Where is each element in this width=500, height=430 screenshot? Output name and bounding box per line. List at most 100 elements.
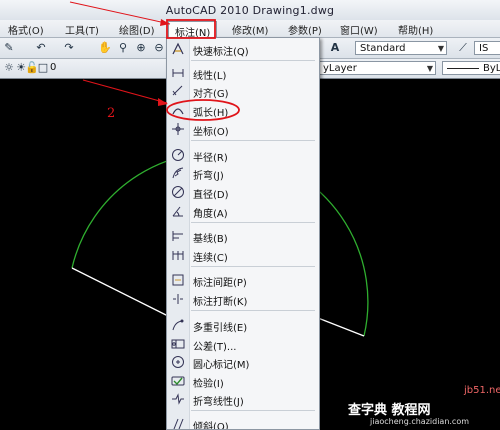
linetype-value: ByL — [483, 63, 500, 74]
menu-dimension[interactable]: 标注(N) — [168, 21, 217, 39]
aligned-dim-icon — [172, 85, 183, 96]
menu-item-baseline[interactable]: 基线(B) — [167, 227, 319, 245]
menu-item-angular[interactable]: 角度(A) — [167, 202, 319, 220]
menu-item-label: 弧长(H) — [193, 108, 229, 119]
layer-dropdown[interactable]: 0 — [46, 61, 164, 75]
diameter-icon — [172, 186, 184, 198]
menu-separator — [191, 266, 315, 267]
menu-format[interactable]: 格式(O) — [8, 22, 44, 37]
center-mark-icon — [172, 356, 184, 368]
ordinate-icon — [172, 123, 184, 135]
jogged-icon — [172, 167, 184, 179]
menu-item-label: 倾斜(Q) — [193, 422, 229, 430]
menu-item-label: 圆心标记(M) — [193, 360, 250, 371]
menu-item-label: 快速标注(Q) — [193, 47, 249, 58]
chevron-down-icon: ▼ — [437, 44, 444, 53]
menu-item-center-mark[interactable]: 圆心标记(M) — [167, 353, 319, 371]
tolerance-icon — [171, 339, 185, 349]
layer-value: 0 — [50, 62, 57, 73]
menu-item-quick-dimension[interactable]: 快速标注(Q) — [167, 40, 319, 58]
baseline-icon — [172, 231, 183, 241]
menu-item-dim-space[interactable]: 标注间距(P) — [167, 271, 319, 289]
menu-item-diameter[interactable]: 直径(D) — [167, 183, 319, 201]
menu-item-inspection[interactable]: 检验(I) — [167, 372, 319, 390]
oblique-icon — [173, 418, 184, 429]
menu-item-multileader[interactable]: 多重引线(E) — [167, 316, 319, 334]
menu-item-label: 折弯线性(J) — [193, 397, 244, 408]
undo-icon[interactable]: ↶ — [34, 41, 48, 55]
zoom-realtime-icon[interactable]: ⚲ — [116, 41, 130, 55]
menu-item-label: 连续(C) — [193, 253, 228, 264]
menu-item-ordinate[interactable]: 坐标(O) — [167, 120, 319, 138]
menu-item-label: 折弯(J) — [193, 171, 224, 182]
dim-space-icon — [172, 274, 184, 286]
menu-item-jogged[interactable]: 折弯(J) — [167, 164, 319, 182]
menu-item-arc-length[interactable]: 弧长(H) — [167, 101, 319, 119]
menu-item-radius[interactable]: 半径(R) — [167, 146, 319, 164]
dim-style-value: IS — [479, 43, 489, 54]
menu-item-aligned[interactable]: 对齐(G) — [167, 82, 319, 100]
menu-item-label: 角度(A) — [193, 209, 228, 220]
chevron-down-icon: ▼ — [426, 64, 433, 73]
quick-dim-icon — [172, 42, 184, 55]
menu-item-label: 检验(I) — [193, 379, 224, 390]
jogged-linear-icon — [172, 393, 184, 405]
menu-item-jogged-linear[interactable]: 折弯线性(J) — [167, 390, 319, 408]
text-style-dropdown[interactable]: Standard ▼ — [355, 41, 447, 55]
linetype-dropdown[interactable]: ByL — [442, 61, 500, 75]
redo-icon[interactable]: ↷ — [62, 41, 76, 55]
color-value: yLayer — [323, 63, 357, 74]
menu-separator — [191, 140, 315, 141]
pencil-icon[interactable]: ✎ — [2, 41, 16, 55]
menu-item-label: 标注间距(P) — [193, 278, 247, 289]
menu-parametric[interactable]: 参数(P) — [288, 22, 322, 37]
menu-item-label: 公差(T)... — [193, 342, 237, 353]
dim-style-dropdown[interactable]: IS — [474, 41, 500, 55]
window-title: AutoCAD 2010 Drawing1.dwg — [165, 4, 335, 17]
step-number: 2 — [107, 106, 116, 121]
menu-separator — [191, 410, 315, 411]
color-dropdown[interactable]: yLayer ▼ — [318, 61, 436, 75]
line-left[interactable] — [71, 267, 169, 317]
arc-length-icon — [172, 108, 184, 115]
inspection-icon — [171, 376, 185, 386]
line-right[interactable] — [317, 317, 365, 337]
watermark-brand: jb51.net — [464, 385, 500, 396]
title-bar: AutoCAD 2010 Drawing1.dwg — [0, 0, 500, 21]
menu-bar: 格式(O) 工具(T) 绘图(D) 修改(M) 参数(P) 窗口(W) 帮助(H… — [0, 20, 500, 38]
menu-item-label: 多重引线(E) — [193, 323, 248, 334]
menu-modify[interactable]: 修改(M) — [232, 22, 268, 37]
dim-break-icon — [173, 294, 183, 304]
menu-draw[interactable]: 绘图(D) — [119, 22, 155, 37]
menu-item-linear[interactable]: 线性(L) — [167, 64, 319, 82]
linetype-sample — [447, 67, 479, 69]
menu-item-label: 标注打断(K) — [193, 297, 248, 308]
dimension-menu: 快速标注(Q) 线性(L) 对齐(G) 弧长(H) 坐标(O) 半径(R) 折弯… — [166, 37, 320, 430]
menu-tools[interactable]: 工具(T) — [65, 22, 99, 37]
watermark-url: jiaocheng.chazidian.com — [370, 417, 470, 426]
watermark-cn: 查字典 教程网 — [348, 403, 431, 418]
angular-icon — [172, 206, 183, 217]
menu-item-tolerance[interactable]: 公差(T)... — [167, 335, 319, 353]
menu-separator — [191, 222, 315, 223]
zoom-previous-icon[interactable]: ⊖ — [152, 41, 166, 55]
continue-icon — [172, 251, 184, 260]
pan-icon[interactable]: ✋ — [98, 41, 112, 55]
menu-item-label: 对齐(G) — [193, 89, 229, 100]
menu-item-label: 坐标(O) — [193, 127, 229, 138]
text-style-icon[interactable]: A — [328, 41, 342, 55]
menu-item-label: 基线(B) — [193, 234, 228, 245]
menu-help[interactable]: 帮助(H) — [398, 22, 433, 37]
zoom-window-icon[interactable]: ⊕ — [134, 41, 148, 55]
menu-item-continue[interactable]: 连续(C) — [167, 246, 319, 264]
text-style-value: Standard — [360, 43, 406, 54]
menu-item-label: 半径(R) — [193, 153, 228, 164]
dim-style-icon[interactable]: ⟋ — [456, 41, 470, 55]
menu-separator — [191, 310, 315, 311]
menu-item-label: 线性(L) — [193, 71, 227, 82]
menu-item-label: 直径(D) — [193, 190, 229, 201]
menu-window[interactable]: 窗口(W) — [340, 22, 378, 37]
menu-item-dim-break[interactable]: 标注打断(K) — [167, 290, 319, 308]
linear-dim-icon — [172, 69, 184, 77]
multileader-icon — [172, 319, 184, 331]
